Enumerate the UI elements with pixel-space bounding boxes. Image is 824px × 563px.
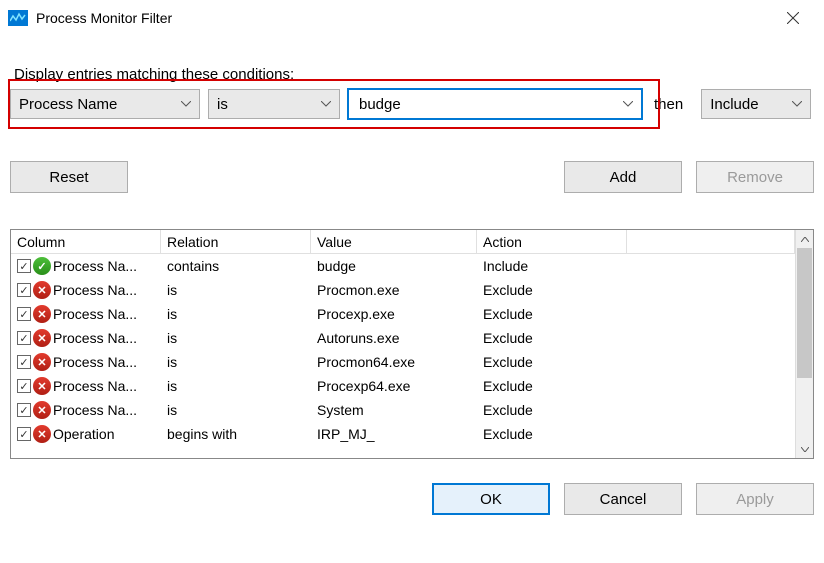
- header-action[interactable]: Action: [477, 230, 627, 253]
- header-value[interactable]: Value: [311, 230, 477, 253]
- row-action: Exclude: [477, 354, 627, 370]
- cancel-button[interactable]: Cancel: [564, 483, 682, 515]
- action-dropdown[interactable]: Include: [701, 89, 811, 119]
- chevron-down-icon: [792, 101, 802, 107]
- add-button[interactable]: Add: [564, 161, 682, 193]
- row-value: IRP_MJ_: [311, 426, 477, 442]
- x-icon: ✕: [33, 305, 51, 323]
- table-row[interactable]: ✓✕Process Na... isProcexp64.exeExclude: [11, 374, 795, 398]
- table-row[interactable]: ✓✕Operation begins withIRP_MJ_Exclude: [11, 422, 795, 446]
- row-relation: contains: [161, 258, 311, 274]
- row-column: Process Na...: [53, 330, 137, 346]
- ok-button[interactable]: OK: [432, 483, 550, 515]
- row-relation: begins with: [161, 426, 311, 442]
- reset-button[interactable]: Reset: [10, 161, 128, 193]
- x-icon: ✕: [33, 281, 51, 299]
- table-row[interactable]: ✓✕Process Na... isProcexp.exeExclude: [11, 302, 795, 326]
- filter-list[interactable]: Column Relation Value Action ✓✓Process N…: [10, 229, 814, 459]
- row-column: Process Na...: [53, 282, 137, 298]
- header-column[interactable]: Column: [11, 230, 161, 253]
- row-column: Process Na...: [53, 258, 137, 274]
- table-row[interactable]: ✓✓Process Na...containsbudgeInclude: [11, 254, 795, 278]
- titlebar: Process Monitor Filter: [0, 0, 824, 36]
- relation-dropdown-value: is: [217, 96, 228, 113]
- x-icon: ✕: [33, 329, 51, 347]
- row-value: Autoruns.exe: [311, 330, 477, 346]
- filter-row: Process Name is then Include: [10, 89, 814, 119]
- row-value: budge: [311, 258, 477, 274]
- row-checkbox[interactable]: ✓: [17, 355, 31, 369]
- apply-button[interactable]: Apply: [696, 483, 814, 515]
- row-action: Exclude: [477, 378, 627, 394]
- row-value: Procmon64.exe: [311, 354, 477, 370]
- list-header[interactable]: Column Relation Value Action: [11, 230, 795, 254]
- x-icon: ✕: [33, 401, 51, 419]
- header-spacer: [627, 230, 795, 253]
- row-relation: is: [161, 354, 311, 370]
- row-action: Include: [477, 258, 627, 274]
- chevron-down-icon: [321, 101, 331, 107]
- remove-button[interactable]: Remove: [696, 161, 814, 193]
- column-dropdown-value: Process Name: [19, 96, 117, 113]
- row-value: Procexp64.exe: [311, 378, 477, 394]
- close-button[interactable]: [770, 2, 816, 34]
- scroll-up-icon[interactable]: [796, 230, 813, 248]
- then-label: then: [654, 96, 683, 113]
- scrollbar[interactable]: [795, 230, 813, 458]
- row-column: Operation: [53, 426, 114, 442]
- row-checkbox[interactable]: ✓: [17, 331, 31, 345]
- x-icon: ✕: [33, 377, 51, 395]
- chevron-down-icon: [181, 101, 191, 107]
- row-value: Procexp.exe: [311, 306, 477, 322]
- row-column: Process Na...: [53, 306, 137, 322]
- row-action: Exclude: [477, 282, 627, 298]
- row-checkbox[interactable]: ✓: [17, 283, 31, 297]
- value-input[interactable]: [357, 95, 615, 114]
- window-title: Process Monitor Filter: [36, 10, 770, 26]
- row-value: Procmon.exe: [311, 282, 477, 298]
- row-checkbox[interactable]: ✓: [17, 427, 31, 441]
- table-row[interactable]: ✓✕Process Na... isSystemExclude: [11, 398, 795, 422]
- row-relation: is: [161, 378, 311, 394]
- check-icon: ✓: [33, 257, 51, 275]
- prompt-label: Display entries matching these condition…: [14, 66, 814, 83]
- row-checkbox[interactable]: ✓: [17, 379, 31, 393]
- x-icon: ✕: [33, 353, 51, 371]
- app-icon: [8, 10, 28, 26]
- row-column: Process Na...: [53, 378, 137, 394]
- row-relation: is: [161, 402, 311, 418]
- table-row[interactable]: ✓✕Process Na... isAutoruns.exeExclude: [11, 326, 795, 350]
- x-icon: ✕: [33, 425, 51, 443]
- table-row[interactable]: ✓✕Process Na... isProcmon64.exeExclude: [11, 350, 795, 374]
- relation-dropdown[interactable]: is: [208, 89, 340, 119]
- row-column: Process Na...: [53, 354, 137, 370]
- scroll-thumb[interactable]: [797, 248, 812, 378]
- value-combobox[interactable]: [348, 89, 642, 119]
- row-action: Exclude: [477, 426, 627, 442]
- row-checkbox[interactable]: ✓: [17, 307, 31, 321]
- row-relation: is: [161, 330, 311, 346]
- row-action: Exclude: [477, 330, 627, 346]
- action-dropdown-value: Include: [710, 96, 758, 113]
- row-column: Process Na...: [53, 402, 137, 418]
- row-value: System: [311, 402, 477, 418]
- header-relation[interactable]: Relation: [161, 230, 311, 253]
- scroll-down-icon[interactable]: [796, 440, 813, 458]
- table-row[interactable]: ✓✕Process Na... isProcmon.exeExclude: [11, 278, 795, 302]
- row-relation: is: [161, 282, 311, 298]
- row-checkbox[interactable]: ✓: [17, 403, 31, 417]
- chevron-down-icon: [623, 101, 633, 107]
- row-checkbox[interactable]: ✓: [17, 259, 31, 273]
- dialog-footer: OK Cancel Apply: [0, 469, 824, 525]
- row-action: Exclude: [477, 306, 627, 322]
- row-action: Exclude: [477, 402, 627, 418]
- column-dropdown[interactable]: Process Name: [10, 89, 200, 119]
- row-relation: is: [161, 306, 311, 322]
